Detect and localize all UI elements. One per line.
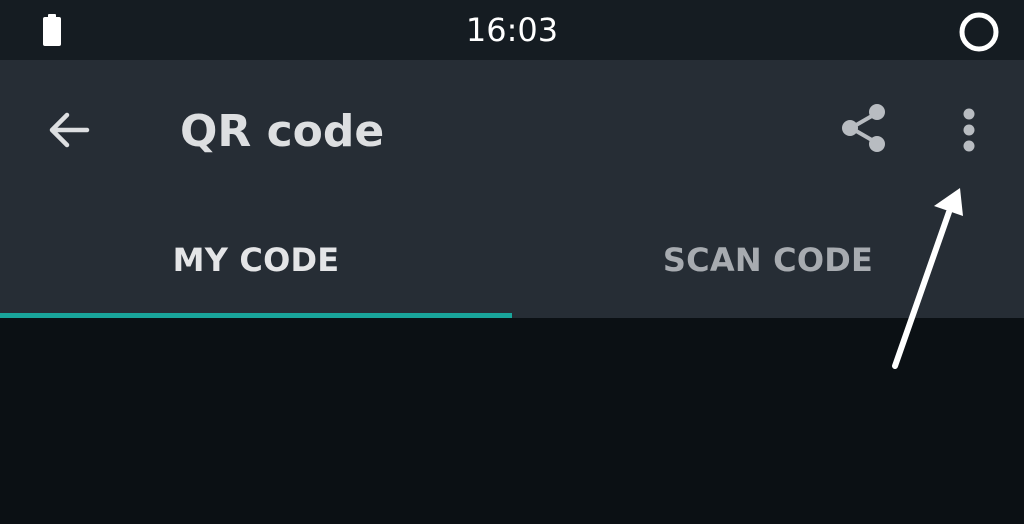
share-button[interactable] <box>834 98 894 158</box>
back-button[interactable] <box>36 102 100 158</box>
tab-label-scan-code: SCAN CODE <box>662 241 874 279</box>
share-icon <box>842 104 885 152</box>
more-vertical-icon <box>963 108 975 152</box>
circle-icon <box>958 11 1000 53</box>
arrow-back-icon <box>49 112 90 148</box>
tab-my-code[interactable]: MY CODE <box>0 220 512 318</box>
page-title: QR code <box>180 106 385 157</box>
status-time: 16:03 <box>465 11 559 49</box>
tab-scan-code[interactable]: SCAN CODE <box>512 220 1024 318</box>
status-bar: 16:03 <box>0 0 1024 60</box>
code-content-area <box>0 318 1024 524</box>
overflow-menu-button[interactable] <box>946 100 992 160</box>
app-bar: QR code MY CODE SCAN CODE <box>0 60 1024 318</box>
tab-label-my-code: MY CODE <box>172 241 340 279</box>
qr-code-screen: 16:03 QR code MY CODE SCAN CODE <box>0 0 1024 524</box>
